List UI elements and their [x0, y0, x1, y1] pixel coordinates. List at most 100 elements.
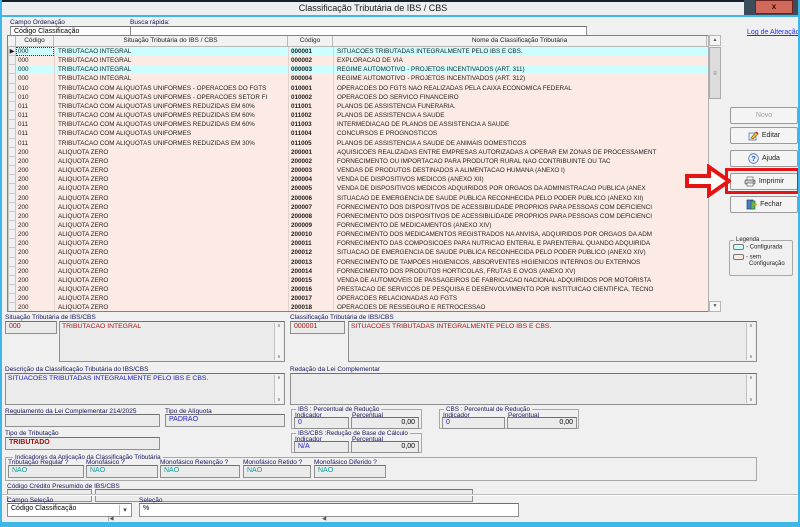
chevron-down-icon: ▾ [119, 505, 130, 515]
table-row[interactable]: 200ALIQUOTA ZERO200001AQUISICOES REALIZA… [8, 148, 719, 157]
scroll-up-icon[interactable]: ▲ [709, 35, 721, 46]
imprimir-button-label: Imprimir [759, 178, 784, 185]
scroll-down-icon[interactable]: ∨ [275, 397, 283, 403]
editar-button[interactable]: Editar [730, 127, 798, 144]
row-selector-gutter [8, 276, 16, 285]
table-row[interactable]: 200ALIQUOTA ZERO200015VENDA DE AUTOMOVEI… [8, 276, 719, 285]
cell-codigo-situacao: 200 [16, 175, 54, 184]
imprimir-button[interactable]: Imprimir [730, 173, 798, 190]
cell-nome: FORNECIMENTO DOS MEDICAMENTOS REGISTRADO… [333, 230, 719, 239]
cell-codigo-situacao: 011 [16, 120, 54, 129]
table-row[interactable]: 200ALIQUOTA ZERO200011FORNECIMENTO DAS C… [8, 239, 719, 248]
ind-retencao-field[interactable]: NAO [160, 465, 240, 478]
classificacao-code-field[interactable]: 000001 [290, 321, 345, 334]
table-row[interactable]: 200ALIQUOTA ZERO200006SITUACAO DE EMERGE… [8, 194, 719, 203]
table-row[interactable]: 200ALIQUOTA ZERO200007FORNECIMENTO DOS D… [8, 203, 719, 212]
scrollbar-thumb[interactable]: ≡ [709, 47, 721, 99]
descricao-scrollbar[interactable]: ∧∨ [274, 375, 283, 403]
descricao-text-area[interactable]: SITUACOES TRIBUTADAS INTEGRALMENTE PELO … [5, 373, 285, 405]
ibs-percentual-field[interactable]: 0,00 [351, 417, 419, 429]
novo-button[interactable]: Novo [730, 107, 798, 124]
cell-situacao: TRIBUTACAO COM ALIQUOTAS UNIFORMES REDUZ… [54, 139, 288, 148]
ind-monofasico-field[interactable]: NAO [86, 465, 158, 478]
cell-codigo-classificacao: 200002 [288, 157, 333, 166]
classificacao-text-area[interactable]: SITUACOES TRIBUTADAS INTEGRALMENTE PELO … [348, 321, 757, 362]
cell-codigo-classificacao: 010001 [288, 84, 333, 93]
table-row[interactable]: 200ALIQUOTA ZERO200012SITUACAO DE EMERGE… [8, 248, 719, 257]
table-row[interactable]: 200ALIQUOTA ZERO200005VENDA DE DISPOSITI… [8, 184, 719, 193]
close-button[interactable]: x [755, 0, 793, 14]
table-row[interactable]: 200ALIQUOTA ZERO200010FORNECIMENTO DOS M… [8, 230, 719, 239]
fechar-button[interactable]: Fechar [730, 196, 798, 213]
cell-codigo-situacao: 200 [16, 194, 54, 203]
ind-diferido-field[interactable]: NAO [314, 465, 386, 478]
cell-situacao: ALIQUOTA ZERO [54, 239, 288, 248]
table-row[interactable]: 011TRIBUTACAO COM ALIQUOTAS UNIFORMES011… [8, 129, 719, 138]
table-row[interactable]: 000TRIBUTACAO INTEGRAL000002EXPLORACAO D… [8, 56, 719, 65]
scroll-up-icon[interactable]: ∧ [275, 323, 283, 329]
table-row[interactable]: 200ALIQUOTA ZERO200014FORNECIMENTO DOS P… [8, 267, 719, 276]
cell-codigo-classificacao: 011002 [288, 111, 333, 120]
table-row[interactable]: 011TRIBUTACAO COM ALIQUOTAS UNIFORMES RE… [8, 111, 719, 120]
redacao-text-area[interactable]: ∧∨ [290, 373, 757, 405]
table-row[interactable]: 200ALIQUOTA ZERO200003VENDAS DE PRODUTOS… [8, 166, 719, 175]
descricao-text: SITUACOES TRIBUTADAS INTEGRALMENTE PELO … [8, 375, 208, 382]
cell-nome: OPERACOES RELACIONADAS AO FGTS [333, 294, 719, 303]
situacao-code-field[interactable]: 000 [5, 321, 57, 334]
cell-codigo-situacao: 011 [16, 102, 54, 111]
regulamento-field[interactable] [5, 414, 160, 427]
base-indicador-field[interactable]: N/A [294, 441, 349, 453]
campo-selecao-select[interactable]: Código Classificação ▾ [7, 503, 132, 517]
cbs-percentual-field[interactable]: 0,00 [507, 417, 577, 429]
cell-codigo-classificacao: 200004 [288, 175, 333, 184]
tipo-tributacao-field[interactable]: TRIBUTADO [5, 437, 160, 450]
scroll-up-icon[interactable]: ∧ [747, 323, 755, 329]
scroll-down-icon[interactable]: ▼ [709, 301, 721, 312]
table-row[interactable]: 011TRIBUTACAO COM ALIQUOTAS UNIFORMES RE… [8, 102, 719, 111]
classificacao-scrollbar[interactable]: ∧∨ [746, 323, 755, 360]
table-row[interactable]: 200ALIQUOTA ZERO200004VENDA DE DISPOSITI… [8, 175, 719, 184]
exit-door-icon [746, 199, 757, 210]
log-alteracao-link[interactable]: Log de Alteração [747, 29, 800, 36]
table-row[interactable]: 000TRIBUTACAO INTEGRAL000003REGIME AUTOM… [8, 65, 719, 74]
row-selector-gutter [8, 111, 16, 120]
cell-codigo-classificacao: 200007 [288, 203, 333, 212]
situacao-text-area[interactable]: TRIBUTACAO INTEGRAL ∧∨ [59, 321, 285, 362]
cell-situacao: ALIQUOTA ZERO [54, 230, 288, 239]
ind-regular-field[interactable]: NAO [8, 465, 84, 478]
table-row[interactable]: ▶000TRIBUTACAO INTEGRAL000001SITUACOES T… [8, 47, 719, 56]
table-row[interactable]: 200ALIQUOTA ZERO200008FORNECIMENTO DOS D… [8, 212, 719, 221]
cell-nome: SITUACOES TRIBUTADAS INTEGRALMENTE PELO … [333, 47, 719, 56]
ajuda-button[interactable]: ? Ajuda [730, 150, 798, 167]
table-row[interactable]: 200ALIQUOTA ZERO200018OPERACOES DE RESSE… [8, 303, 719, 311]
cbs-indicador-field[interactable]: 0 [442, 417, 505, 429]
cell-codigo-situacao: 200 [16, 148, 54, 157]
cell-situacao: ALIQUOTA ZERO [54, 294, 288, 303]
scroll-up-icon[interactable]: ∧ [747, 375, 755, 381]
scroll-down-icon[interactable]: ∨ [275, 354, 283, 360]
base-percentual-field[interactable]: 0,00 [351, 441, 419, 453]
ibs-indicador-field[interactable]: 0 [294, 417, 349, 429]
scroll-up-icon[interactable]: ∧ [275, 375, 283, 381]
table-row[interactable]: 011TRIBUTACAO COM ALIQUOTAS UNIFORMES RE… [8, 120, 719, 129]
table-row[interactable]: 200ALIQUOTA ZERO200013FORNECIMENTO DE TA… [8, 258, 719, 267]
ind-retido-field[interactable]: NAO [243, 465, 311, 478]
table-row[interactable]: 011TRIBUTACAO COM ALIQUOTAS UNIFORMES RE… [8, 139, 719, 148]
situacao-scrollbar[interactable]: ∧∨ [274, 323, 283, 360]
selecao-input[interactable]: % [139, 503, 519, 517]
table-row[interactable]: 010TRIBUTACAO COM ALIQUOTAS UNIFORMES - … [8, 84, 719, 93]
tipo-aliquota-field[interactable]: PADRAO [165, 414, 285, 427]
cell-codigo-situacao: 011 [16, 111, 54, 120]
table-row[interactable]: 200ALIQUOTA ZERO200017OPERACOES RELACION… [8, 294, 719, 303]
table-row[interactable]: 010TRIBUTACAO COM ALIQUOTAS UNIFORMES - … [8, 93, 719, 102]
scroll-down-icon[interactable]: ∨ [747, 397, 755, 403]
table-row[interactable]: 200ALIQUOTA ZERO200009FORNECIMENTO DE ME… [8, 221, 719, 230]
redacao-scrollbar[interactable]: ∧∨ [746, 375, 755, 403]
scroll-down-icon[interactable]: ∨ [747, 354, 755, 360]
cell-codigo-classificacao: 200006 [288, 194, 333, 203]
grid-vertical-scrollbar[interactable]: ▲ ≡ ▼ [708, 35, 720, 312]
table-row[interactable]: 200ALIQUOTA ZERO200016PRESTACAO DE SERVI… [8, 285, 719, 294]
table-row[interactable]: 200ALIQUOTA ZERO200002FORNECIMENTO OU IM… [8, 157, 719, 166]
table-row[interactable]: 000TRIBUTACAO INTEGRAL000004REGIME AUTOM… [8, 74, 719, 83]
cell-codigo-situacao: 200 [16, 166, 54, 175]
